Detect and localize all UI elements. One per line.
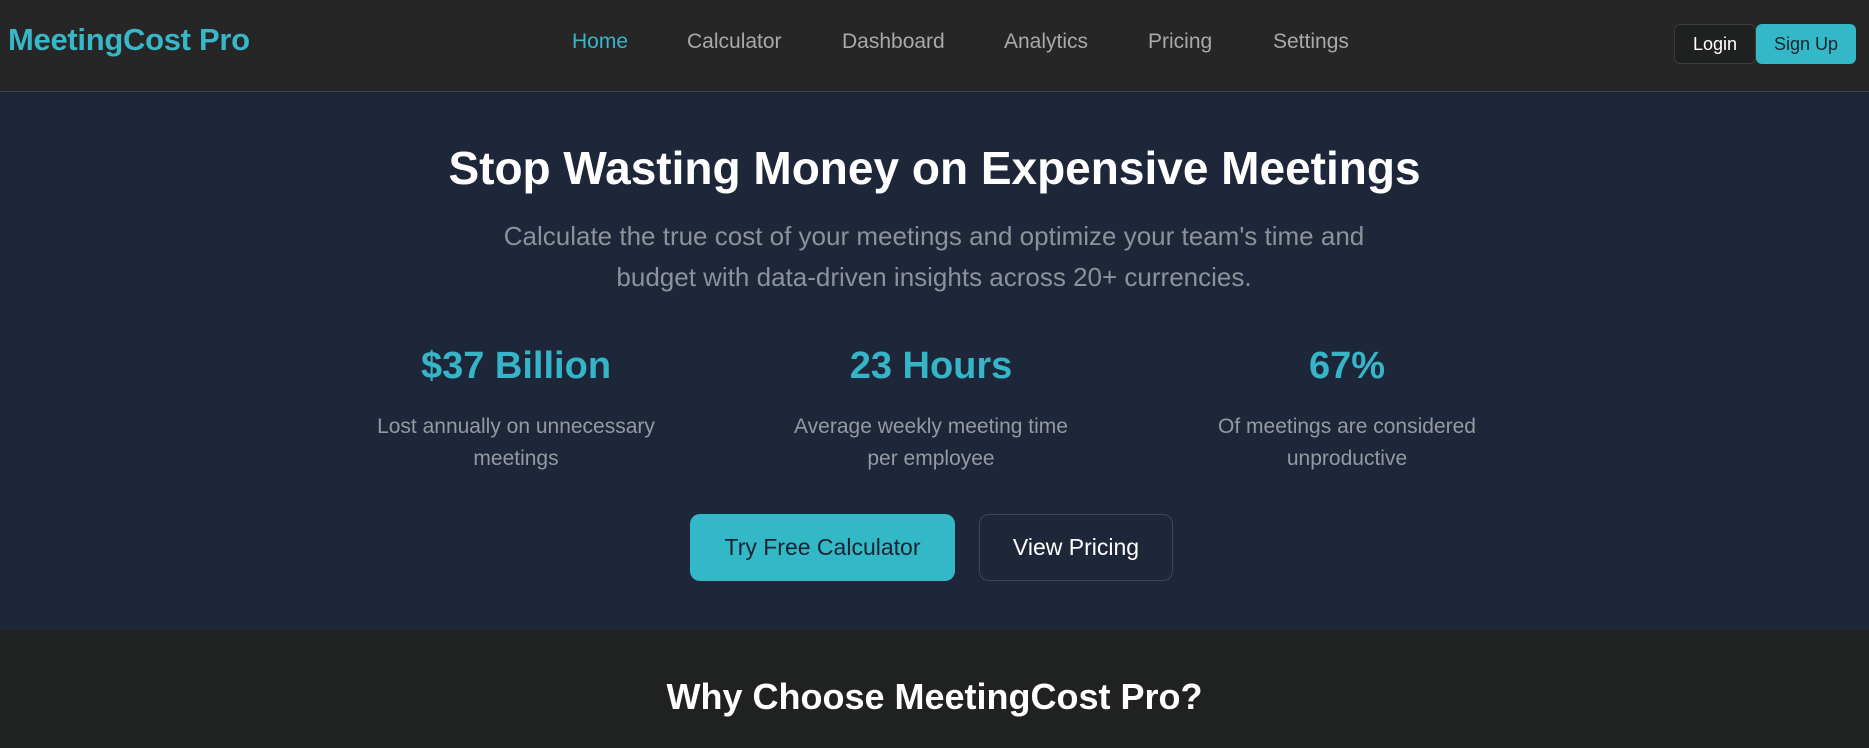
why-section-title: Why Choose MeetingCost Pro?	[666, 676, 1203, 717]
stat-card: $37 Billion Lost annually on unnecessary…	[336, 345, 696, 475]
stat-value: $37 Billion	[420, 345, 612, 387]
nav-link-settings[interactable]: Settings	[1273, 30, 1349, 54]
nav-links: Home Calculator Dashboard Analytics Pric…	[0, 30, 1869, 60]
view-pricing-button[interactable]: View Pricing	[979, 514, 1173, 581]
try-free-calculator-button[interactable]: Try Free Calculator	[690, 514, 955, 581]
signup-button[interactable]: Sign Up	[1756, 24, 1856, 64]
login-button[interactable]: Login	[1674, 24, 1756, 64]
nav-link-home[interactable]: Home	[572, 30, 628, 54]
stat-card: 67% Of meetings are considered unproduct…	[1167, 345, 1527, 475]
stat-label: Lost annually on unnecessary meetings	[377, 415, 655, 470]
nav-link-analytics[interactable]: Analytics	[1004, 30, 1088, 54]
nav-link-dashboard[interactable]: Dashboard	[842, 30, 945, 54]
stat-value: 23 Hours	[849, 345, 1013, 387]
stat-label: Average weekly meeting time per employee	[794, 415, 1068, 470]
top-nav: MeetingCost Pro Home Calculator Dashboar…	[0, 0, 1869, 92]
stat-value: 67%	[1308, 345, 1386, 387]
hero-section: Stop Wasting Money on Expensive Meetings…	[0, 93, 1869, 630]
stat-label: Of meetings are considered unproductive	[1218, 415, 1476, 470]
stat-card: 23 Hours Average weekly meeting time per…	[751, 345, 1111, 475]
hero-subtitle: Calculate the true cost of your meetings…	[503, 221, 1365, 292]
nav-link-pricing[interactable]: Pricing	[1148, 30, 1212, 54]
nav-link-calculator[interactable]: Calculator	[687, 30, 782, 54]
hero-title: Stop Wasting Money on Expensive Meetings	[448, 142, 1421, 194]
